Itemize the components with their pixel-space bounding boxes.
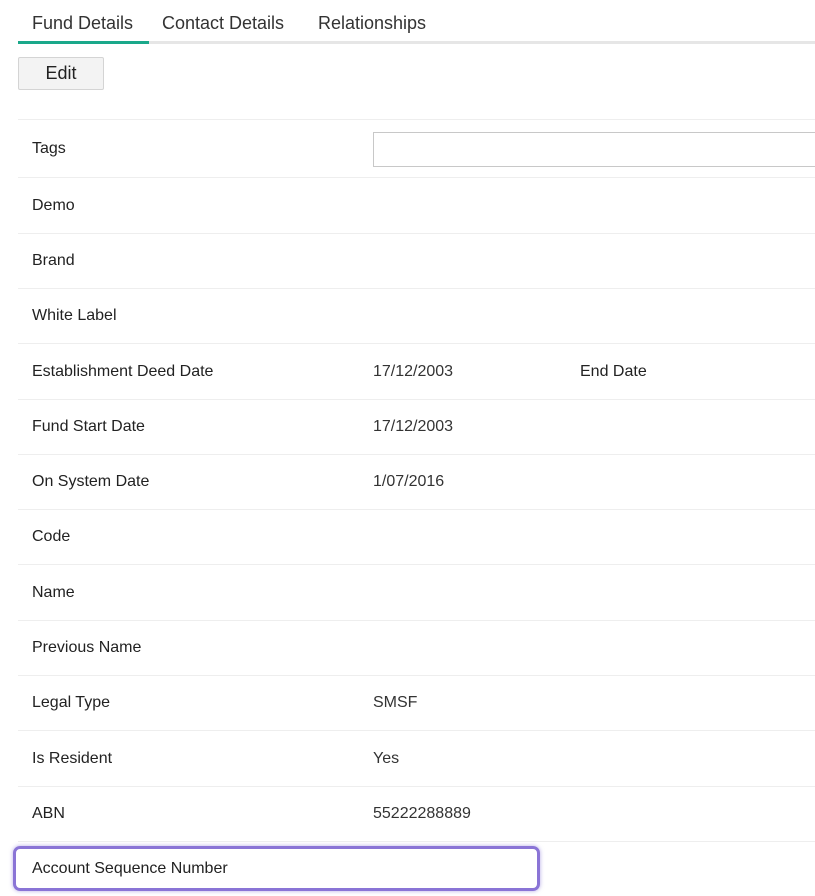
field-row-code: Code (18, 509, 815, 564)
field-row-previous-name: Previous Name (18, 620, 815, 675)
demo-label: Demo (32, 196, 75, 214)
establishment-deed-date-label: Establishment Deed Date (32, 362, 214, 380)
abn-label: ABN (32, 805, 65, 822)
edit-button[interactable]: Edit (18, 57, 104, 90)
legal-type-label: Legal Type (32, 694, 110, 711)
field-row-fund-start-date: Fund Start Date 17/12/2003 (18, 399, 815, 454)
field-row-demo: Demo (18, 177, 815, 233)
field-row-name: Name (18, 564, 815, 620)
tab-contact-details[interactable]: Contact Details (162, 0, 284, 44)
field-row-is-resident: Is Resident Yes (18, 730, 815, 786)
field-row-white-label: White Label (18, 288, 815, 343)
abn-value: 55222288889 (373, 805, 471, 822)
fund-start-date-label: Fund Start Date (32, 418, 145, 435)
field-row-legal-type: Legal Type SMSF (18, 675, 815, 730)
tags-label: Tags (32, 139, 66, 157)
establishment-deed-date-value: 17/12/2003 (373, 362, 454, 380)
white-label-label: White Label (32, 307, 117, 324)
on-system-date-value: 1/07/2016 (373, 473, 445, 490)
previous-name-label: Previous Name (32, 639, 142, 656)
tags-input[interactable] (373, 132, 815, 167)
tab-bar: Fund Details Contact Details Relationshi… (18, 0, 815, 44)
legal-type-value: SMSF (373, 694, 418, 711)
account-sequence-number-label: Account Sequence Number (32, 860, 228, 877)
field-row-establishment-deed-date: Establishment Deed Date 17/12/2003 End D… (18, 343, 815, 399)
field-row-tags: Tags (18, 119, 815, 177)
fund-start-date-value: 17/12/2003 (373, 418, 454, 435)
on-system-date-label: On System Date (32, 473, 150, 490)
field-row-account-sequence-number: Account Sequence Number (18, 841, 815, 896)
field-row-on-system-date: On System Date 1/07/2016 (18, 454, 815, 509)
tab-relationships[interactable]: Relationships (318, 0, 426, 44)
end-date-label: End Date (580, 362, 647, 380)
is-resident-label: Is Resident (32, 749, 113, 767)
name-label: Name (32, 583, 75, 601)
field-row-brand: Brand (18, 233, 815, 288)
field-row-abn: ABN 55222288889 (18, 786, 815, 841)
is-resident-value: Yes (373, 749, 400, 767)
code-label: Code (32, 528, 71, 545)
brand-label: Brand (32, 252, 75, 269)
tab-fund-details[interactable]: Fund Details (18, 0, 149, 44)
